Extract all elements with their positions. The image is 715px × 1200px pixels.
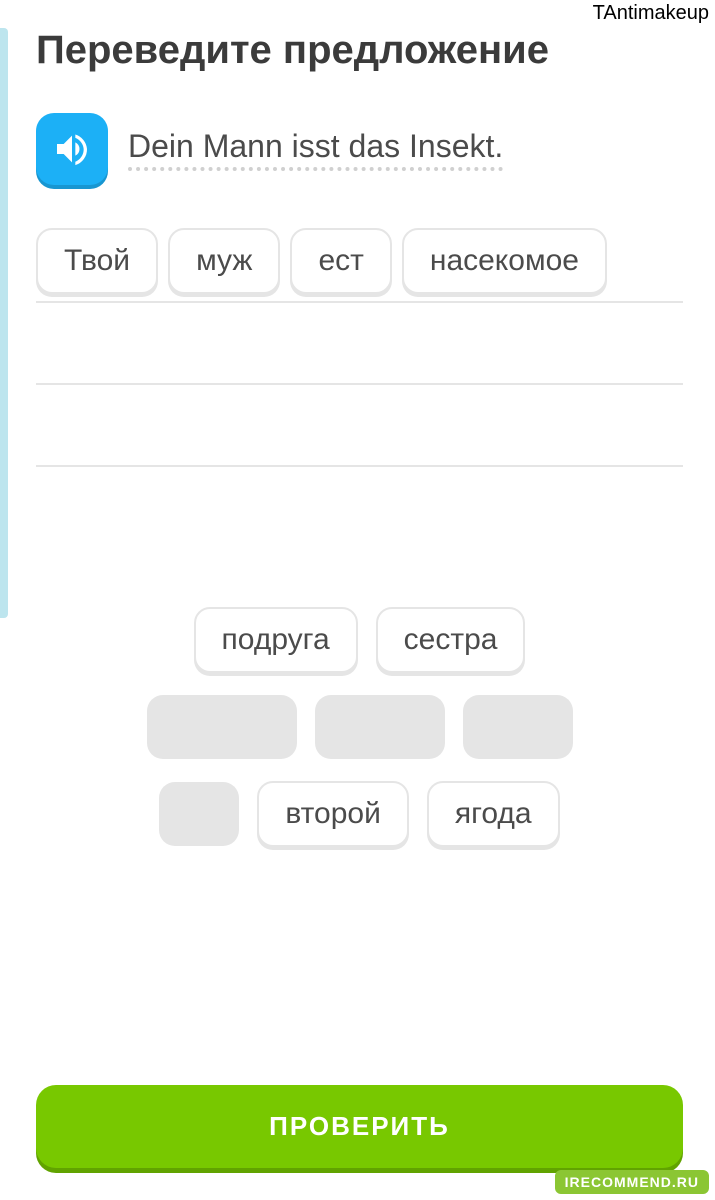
bank-row [147, 695, 573, 759]
watermark-bottom: IRECOMMEND.RU [555, 1170, 709, 1194]
empty-slot [463, 695, 573, 759]
bank-row: подруга сестра [194, 607, 526, 673]
play-audio-button[interactable] [36, 113, 108, 185]
answer-word[interactable]: ест [290, 228, 391, 294]
answer-line-1[interactable]: Твой муж ест насекомое [36, 221, 683, 303]
answer-word[interactable]: Твой [36, 228, 158, 294]
watermark-top: TAntimakeup [593, 2, 709, 25]
bank-word[interactable]: подруга [194, 607, 358, 673]
answer-area: Твой муж ест насекомое [36, 221, 683, 467]
page-title: Переведите предложение [36, 28, 683, 73]
answer-word[interactable]: насекомое [402, 228, 607, 294]
answer-line-2[interactable] [36, 303, 683, 385]
bank-row: второй ягода [159, 781, 559, 847]
answer-line-3[interactable] [36, 385, 683, 467]
bank-word[interactable]: ягода [427, 781, 560, 847]
empty-slot [147, 695, 297, 759]
bank-word[interactable]: сестра [376, 607, 526, 673]
bank-word[interactable]: второй [257, 781, 409, 847]
source-sentence[interactable]: Dein Mann isst das Insekt. [128, 128, 503, 171]
word-bank: подруга сестра второй ягода [36, 607, 683, 847]
progress-bar-edge [0, 28, 8, 618]
check-button[interactable]: ПРОВЕРИТЬ [36, 1085, 683, 1168]
speaker-icon [52, 129, 92, 169]
empty-slot [159, 782, 239, 846]
exercise-container: Переведите предложение Dein Mann isst da… [0, 0, 715, 1200]
answer-word[interactable]: муж [168, 228, 280, 294]
prompt-row: Dein Mann isst das Insekt. [36, 113, 683, 185]
empty-slot [315, 695, 445, 759]
